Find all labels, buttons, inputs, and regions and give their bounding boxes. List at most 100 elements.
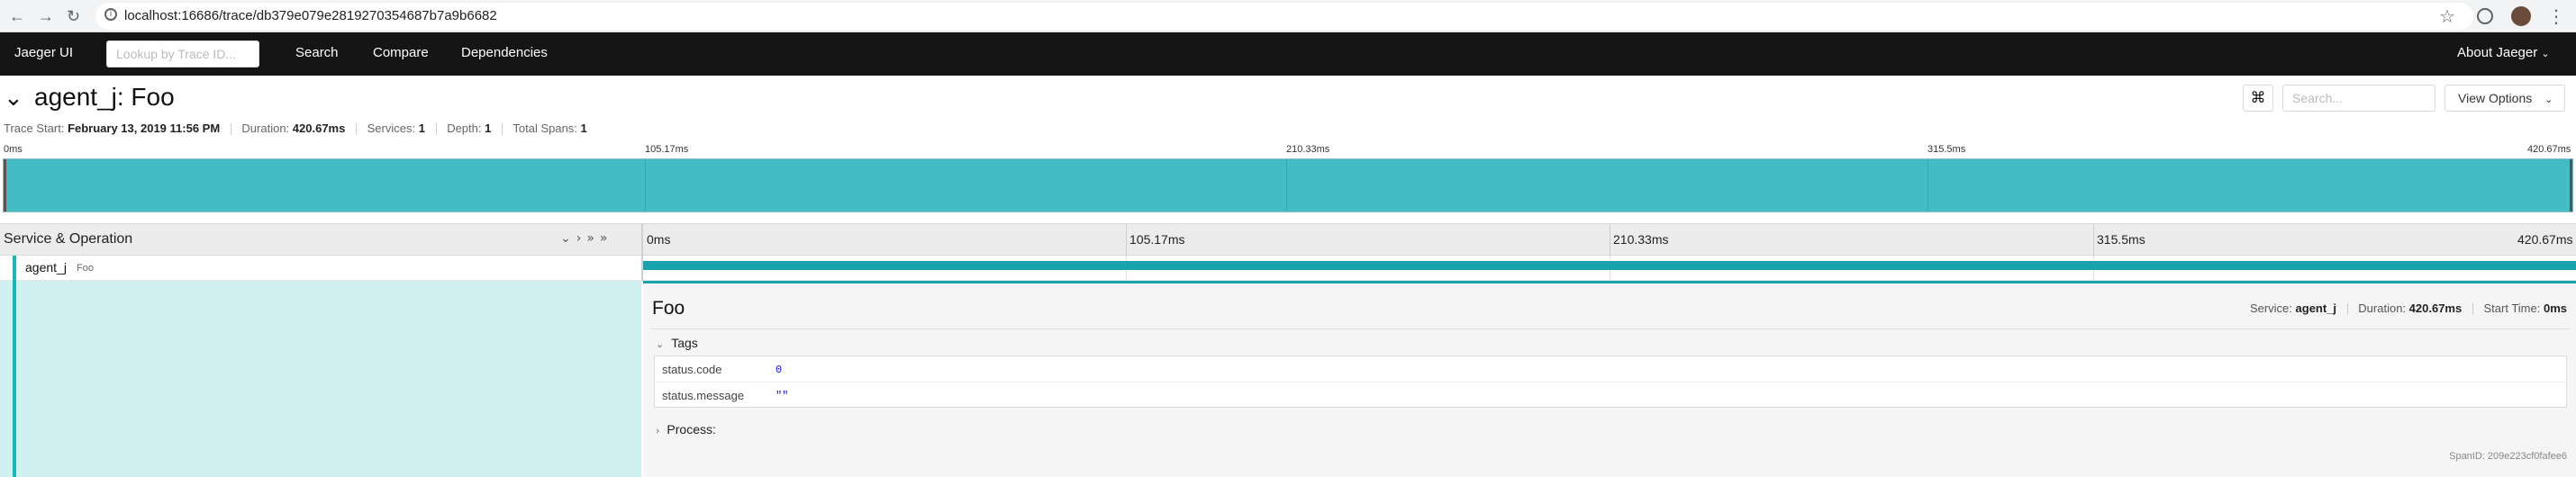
duration-label: Duration: [2358,302,2407,315]
expand-all-icon[interactable]: » [600,231,613,246]
minimap-left-handle[interactable] [4,159,6,212]
minimap-ticks: 0ms 105.17ms 210.33ms 315.5ms 420.67ms [0,144,2576,157]
collapse-one-icon[interactable]: ⌄ [560,231,576,246]
column-resizer[interactable] [641,224,643,256]
tag-row[interactable]: status.code 0 [655,356,2568,382]
span-service-name[interactable]: agent_j [25,260,67,274]
span-service-color-bar [13,256,16,281]
span-row[interactable]: agent_j Foo [0,256,2576,281]
tag-row[interactable]: status.message "" [655,382,2568,409]
process-section-toggle[interactable]: › Process: [656,422,716,436]
start-time-label: Start Time: [2483,302,2541,315]
tags-section-toggle[interactable]: ⌄ Tags [656,336,698,350]
minimap-tick: 105.17ms [645,144,689,155]
back-icon[interactable]: ← [9,6,25,26]
trace-meta: Trace Start: February 13, 2019 11:56 PM … [4,122,587,136]
minimap-tick: 420.67ms [2527,144,2571,155]
extension-icon[interactable] [2477,8,2493,24]
span-operation-name: Foo [77,263,94,274]
divider [355,123,357,136]
minimap-gridline [1286,159,1287,212]
tag-value: 0 [776,364,783,376]
tag-value: "" [776,390,789,402]
span-detail: Foo Service: agent_j Duration: 420.67ms … [643,281,2576,477]
service-operation-header: Service & Operation [4,231,133,247]
minimap-right-handle[interactable] [2570,159,2572,212]
span-duration-bar[interactable] [643,261,2576,270]
divider [650,328,2571,329]
timeline-gridline [2093,224,2094,256]
span-id: SpanID: 209e223cf0fafee6 [2449,451,2567,462]
timeline-gridline [1126,224,1127,256]
profile-avatar[interactable] [2511,6,2531,26]
services-value: 1 [418,122,425,135]
view-options-dropdown[interactable]: View Options ⌄ [2444,85,2565,112]
tag-key: status.message [662,389,745,402]
tag-key: status.code [662,363,722,376]
top-navigation: Jaeger UI Lookup by Trace ID... Search C… [0,32,2576,76]
divider [2472,303,2473,316]
trace-minimap[interactable] [3,158,2573,212]
timeline-tick: 0ms [647,232,671,247]
collapse-controls: ⌄›»» [560,231,613,246]
chevron-right-icon: › [656,425,660,436]
total-spans-label: Total Spans: [512,122,577,135]
timeline-tick: 105.17ms [1129,232,1185,247]
minimap-gridline [645,159,646,212]
timeline-tick: 210.33ms [1613,232,1669,247]
tags-label: Tags [671,336,698,350]
minimap-gridline [1927,159,1928,212]
span-detail-title: Foo [652,298,685,319]
service-label: Service: [2249,302,2292,315]
timeline-tick: 420.67ms [2517,232,2573,247]
start-time-value: 0ms [2543,302,2567,315]
reload-icon[interactable]: ↻ [67,6,80,26]
trace-id-lookup-input[interactable]: Lookup by Trace ID... [106,40,259,68]
timeline-tick: 315.5ms [2097,232,2145,247]
about-jaeger-label: About Jaeger [2457,45,2538,60]
view-options-label: View Options [2458,91,2533,105]
chevron-down-icon: ⌄ [2541,48,2550,59]
expand-one-icon[interactable]: › [576,231,587,246]
tags-table: status.code 0 status.message "" [654,356,2568,409]
minimap-tick: 0ms [4,144,23,155]
trace-header: ⌄ agent_j: Foo ⌘ Search... View Options … [0,76,2576,148]
span-detail-left-pane [0,281,641,477]
trace-start-value: February 13, 2019 11:56 PM [68,122,221,135]
collapse-all-icon[interactable]: » [586,231,600,246]
divider [435,123,437,136]
keyboard-shortcuts-button[interactable]: ⌘ [2243,85,2273,112]
divider [501,123,503,136]
services-label: Services: [367,122,416,135]
duration-value: 420.67ms [2408,302,2463,315]
span-service-color-bar [13,281,16,477]
span-detail-info: Service: agent_j Duration: 420.67ms Star… [2249,302,2567,316]
process-label: Process: [667,422,716,436]
total-spans-value: 1 [580,122,587,135]
nav-dependencies-link[interactable]: Dependencies [461,45,548,60]
divider [2346,303,2348,316]
chevron-down-icon: ⌄ [656,338,665,350]
info-icon[interactable]: i [104,8,117,21]
trace-start-label: Trace Start: [4,122,65,135]
trace-title: agent_j: Foo [34,83,175,111]
url-text[interactable]: localhost:16686/trace/db379e079e28192703… [124,8,497,23]
brand-link[interactable]: Jaeger UI [14,45,73,60]
minimap-tick: 210.33ms [1286,144,1330,155]
command-icon: ⌘ [2250,89,2266,107]
duration-value: 420.67ms [292,122,346,135]
about-jaeger-menu[interactable]: About Jaeger ⌄ [2457,45,2550,60]
depth-label: Depth: [447,122,482,135]
bookmark-star-icon[interactable]: ☆ [2439,5,2455,27]
nav-compare-link[interactable]: Compare [373,45,429,60]
trace-search-input[interactable]: Search... [2282,85,2435,112]
forward-icon[interactable]: → [38,6,54,26]
browser-toolbar: ← → ↻ i localhost:16686/trace/db379e079e… [0,0,2576,32]
browser-menu-icon[interactable]: ⋮ [2547,5,2565,27]
minimap-tick: 315.5ms [1927,144,1966,155]
nav-search-link[interactable]: Search [295,45,339,60]
depth-value: 1 [485,122,492,135]
collapse-chevron-icon[interactable]: ⌄ [4,86,23,110]
service-value: agent_j [2295,302,2337,315]
duration-label: Duration: [241,122,290,135]
